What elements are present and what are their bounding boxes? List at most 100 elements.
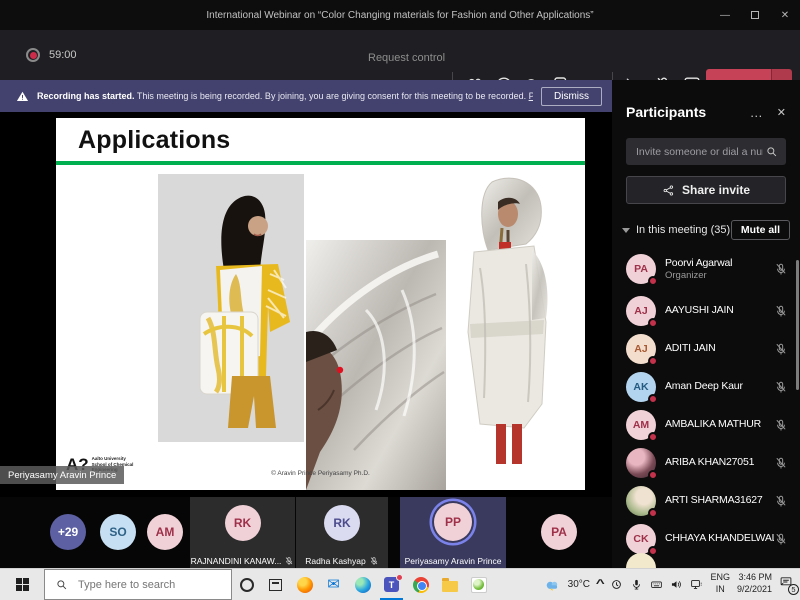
tray-mic-icon[interactable] xyxy=(630,578,643,591)
mail-button[interactable]: ✉ xyxy=(319,569,348,600)
invite-search-input[interactable] xyxy=(634,145,765,159)
avatar: AJ xyxy=(626,296,656,326)
slide-copyright: © Aravin Prince Periyasamy Ph.D. xyxy=(56,470,585,477)
content-stage: Applications xyxy=(0,112,612,497)
tray-keyboard-icon[interactable] xyxy=(650,578,663,591)
overflow-count-avatar[interactable]: +29 xyxy=(50,514,86,550)
participants-scrollbar[interactable] xyxy=(796,260,799,390)
mic-off-icon[interactable] xyxy=(774,304,788,318)
section-chevron-icon[interactable] xyxy=(622,228,630,233)
avatar: CK xyxy=(626,524,656,554)
participant-row[interactable]: AM AMBALIKA MATHUR xyxy=(612,406,800,444)
weather-icon[interactable] xyxy=(544,578,561,591)
slide-title: Applications xyxy=(78,126,230,155)
privacy-policy-link[interactable]: Privacy policy xyxy=(529,91,533,101)
search-icon xyxy=(55,578,68,591)
chrome-icon xyxy=(413,577,429,593)
participant-row[interactable]: ARIBA KHAN27051 xyxy=(612,444,800,482)
close-button[interactable]: ✕ xyxy=(770,0,800,30)
video-tile[interactable]: RK RAJNANDINI KANAW... xyxy=(190,497,295,568)
mic-off-icon[interactable] xyxy=(774,380,788,394)
search-icon xyxy=(765,145,778,158)
taskbar-search-box[interactable] xyxy=(44,569,232,600)
participant-row[interactable]: AJ AAYUSHI JAIN xyxy=(612,292,800,330)
cortana-button[interactable] xyxy=(232,569,261,600)
maximize-icon xyxy=(751,11,759,19)
clock[interactable]: 3:46 PM9/2/2021 xyxy=(737,572,772,595)
presence-busy-dot xyxy=(648,356,658,366)
tile-name: RAJNANDINI KANAW... xyxy=(191,556,282,566)
mic-off-icon[interactable] xyxy=(774,418,788,432)
system-tray: 30°C ^ ENGIN 3:46 PM9/2/2021 5 xyxy=(544,568,797,600)
photo-avatar xyxy=(626,448,656,478)
mic-off-icon[interactable] xyxy=(774,532,788,546)
window-title: International Webinar on “Color Changing… xyxy=(206,10,593,21)
maximize-button[interactable] xyxy=(740,0,770,30)
avatar: PA xyxy=(626,254,656,284)
tray-network-icon[interactable] xyxy=(690,578,703,591)
tray-volume-icon[interactable] xyxy=(670,578,683,591)
meeting-toolbar: 59:00 Request control ••• Leave xyxy=(0,30,800,80)
chrome-button[interactable] xyxy=(406,569,435,600)
slide-image-yellow-outfit xyxy=(158,174,304,442)
recording-banner-text: Recording has started. This meeting is b… xyxy=(37,91,533,101)
slide-title-rule xyxy=(56,161,585,165)
participants-list: PA Poorvi AgarwalOrganizer AJ AAYUSHI JA… xyxy=(612,246,800,558)
file-explorer-button[interactable] xyxy=(435,569,464,600)
firefox-button[interactable] xyxy=(290,569,319,600)
avatar: PP xyxy=(434,503,472,541)
taskbar-search-input[interactable] xyxy=(76,578,221,592)
participant-row[interactable]: PA Poorvi AgarwalOrganizer xyxy=(612,246,800,292)
minimize-button[interactable]: — xyxy=(710,0,740,30)
language-indicator[interactable]: ENGIN xyxy=(710,572,730,595)
share-invite-icon xyxy=(662,184,675,197)
recording-banner: Recording has started. This meeting is b… xyxy=(0,80,612,112)
meeting-timer: 59:00 xyxy=(49,49,77,61)
tile-name: Periyasamy Aravin Prince xyxy=(405,556,502,566)
mic-off-icon[interactable] xyxy=(774,494,788,508)
green-app-button[interactable] xyxy=(464,569,493,600)
avatar: RK xyxy=(324,505,360,541)
participant-row[interactable]: AK Aman Deep Kaur xyxy=(612,368,800,406)
tray-status-icon[interactable] xyxy=(610,578,623,591)
participants-more-button[interactable]: … xyxy=(750,105,763,120)
participants-close-button[interactable]: ✕ xyxy=(777,106,786,119)
presenter-name-overlay: Periyasamy Aravin Prince xyxy=(0,466,124,484)
shared-slide: Applications xyxy=(56,118,585,490)
edge-button[interactable] xyxy=(348,569,377,600)
temperature[interactable]: 30°C xyxy=(568,579,590,590)
mic-off-icon[interactable] xyxy=(774,342,788,356)
presence-busy-dot xyxy=(648,508,658,518)
tile-name: Radha Kashyap xyxy=(305,556,366,566)
share-invite-button[interactable]: Share invite xyxy=(626,176,786,204)
hidden-icons-chevron[interactable]: ^ xyxy=(596,578,605,590)
avatar[interactable]: PA xyxy=(541,514,577,550)
cortana-icon xyxy=(240,578,254,592)
teams-meeting-window: International Webinar on “Color Changing… xyxy=(0,0,800,600)
action-center-button[interactable]: 5 xyxy=(779,575,797,593)
mute-all-button[interactable]: Mute all xyxy=(731,220,790,240)
video-tile[interactable]: RK Radha Kashyap xyxy=(296,497,388,568)
participant-row[interactable]: AJ ADITI JAIN xyxy=(612,330,800,368)
participants-title: Participants xyxy=(626,104,706,120)
start-button[interactable] xyxy=(0,569,44,600)
presence-busy-dot xyxy=(648,546,658,556)
notification-count-badge: 5 xyxy=(788,584,799,595)
mic-off-icon[interactable] xyxy=(774,456,788,470)
request-control-button[interactable]: Request control xyxy=(368,52,445,64)
mic-off-icon xyxy=(369,556,379,566)
presence-busy-dot xyxy=(648,394,658,404)
dismiss-button[interactable]: Dismiss xyxy=(541,87,602,106)
participant-row[interactable]: ARTI SHARMA31627 xyxy=(612,482,800,520)
windows-logo-icon xyxy=(16,578,29,591)
avatar[interactable]: AM xyxy=(147,514,183,550)
mic-off-icon[interactable] xyxy=(774,262,788,276)
edge-icon xyxy=(355,577,371,593)
avatar[interactable]: SO xyxy=(100,514,136,550)
video-tile-speaking[interactable]: PP Periyasamy Aravin Prince xyxy=(400,497,506,568)
presence-busy-dot xyxy=(648,276,658,286)
teams-button[interactable]: T xyxy=(377,569,406,600)
green-app-icon xyxy=(471,577,487,593)
task-view-button[interactable] xyxy=(261,569,290,600)
invite-search-box[interactable] xyxy=(626,138,786,165)
